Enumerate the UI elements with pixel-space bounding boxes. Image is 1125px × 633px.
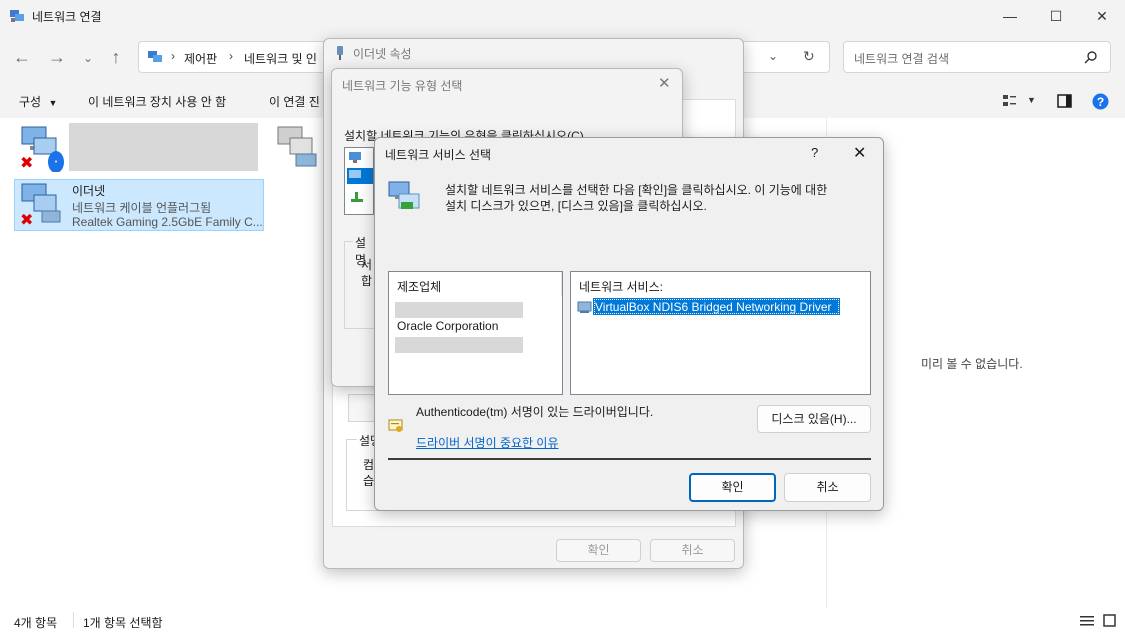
preview-message: 미리 볼 수 없습니다. — [921, 357, 1023, 371]
instruction-line-2: 설치 디스크가 있으면, [디스크 있음]을 클릭하십시오. — [445, 199, 707, 213]
driver-icon — [577, 301, 592, 313]
organize-label: 구성 — [19, 95, 42, 109]
redacted-item-label — [69, 123, 258, 171]
refresh-icon[interactable]: ↻ — [803, 48, 815, 65]
feature-type-list[interactable] — [344, 147, 374, 215]
details-view-icon[interactable] — [1080, 615, 1094, 627]
svg-text:✖: ✖ — [20, 153, 33, 172]
preview-pane-icon[interactable] — [1057, 94, 1072, 108]
client-icon — [349, 152, 361, 163]
maximize-button[interactable]: ☐ — [1033, 0, 1079, 32]
network-service-list[interactable]: 네트워크 서비스: VirtualBox NDIS6 Bridged Netwo… — [570, 271, 871, 395]
instruction-line-1: 설치할 네트워크 서비스를 선택한 다음 [확인]을 클릭하십시오. 이 기능에… — [445, 183, 828, 197]
status-bar: 4개 항목 1개 항목 선택함 — [0, 608, 1125, 633]
feature-type-title: 네트워크 기능 유형 선택 — [342, 79, 463, 93]
feature-type-close-icon[interactable]: ✕ — [658, 74, 671, 92]
service-select-dialog: 네트워크 서비스 선택 ? ✕ 설치할 네트워크 서비스를 선택한 다음 [확인… — [374, 137, 884, 511]
large-icons-view-icon[interactable] — [1103, 614, 1116, 627]
svg-text:᛫: ᛫ — [52, 156, 60, 171]
have-disk-button[interactable]: 디스크 있음(H)... — [757, 405, 871, 433]
ethernet-status: 네트워크 케이블 언플러그됨 — [72, 201, 212, 215]
service-list-header: 네트워크 서비스: — [579, 280, 663, 294]
network-service-icon — [388, 181, 420, 209]
manufacturer-list[interactable]: 제조업체 Oracle Corporation — [388, 271, 563, 395]
breadcrumb-control-panel[interactable]: 제어판 — [184, 50, 217, 67]
network-adapter-icon: ✖ ᛫ — [20, 126, 64, 172]
address-dropdown-icon[interactable]: ⌄ — [768, 49, 778, 63]
up-arrow-icon[interactable]: ↑ — [104, 47, 128, 68]
cancel-button[interactable]: 취소 — [784, 473, 871, 502]
breadcrumb-separator-icon: › — [229, 49, 233, 63]
ethernet-properties-title: 이더넷 속성 — [353, 47, 412, 61]
feature-description-fragment: 서 — [361, 258, 373, 272]
svg-text:✖: ✖ — [20, 210, 33, 229]
back-arrow-icon[interactable]: ← — [10, 47, 34, 68]
window-title: 네트워크 연결 — [32, 10, 102, 24]
properties-cancel-button[interactable]: 취소 — [650, 539, 735, 562]
feature-description-fragment: 합 — [361, 274, 373, 288]
network-adapter-icon[interactable] — [272, 124, 324, 172]
status-divider — [73, 612, 74, 628]
description-fragment: 습 — [363, 474, 375, 488]
separator-line — [388, 458, 871, 460]
certificate-icon — [388, 419, 403, 432]
help-icon[interactable]: ? — [1092, 93, 1109, 110]
item-count: 4개 항목 — [14, 616, 58, 630]
breadcrumb-separator-icon: › — [171, 49, 175, 63]
organize-menu[interactable]: 구성 ▼ — [19, 93, 57, 110]
service-list-item-selected[interactable]: VirtualBox NDIS6 Bridged Networking Driv… — [593, 298, 840, 315]
view-options-icon[interactable] — [1002, 94, 1018, 108]
forward-arrow-icon[interactable]: → — [45, 47, 69, 68]
ethernet-name: 이더넷 — [72, 184, 106, 198]
protocol-icon — [351, 192, 363, 202]
diagnose-connection-button[interactable]: 이 연결 진 — [269, 93, 320, 110]
manufacturer-header: 제조업체 — [397, 280, 442, 294]
service-list-item-label: VirtualBox NDIS6 Bridged Networking Driv… — [595, 300, 832, 314]
description-fragment: 컴 — [363, 458, 375, 472]
ethernet-plug-icon — [337, 46, 343, 60]
breadcrumb-network[interactable]: 네트워크 및 인 — [244, 50, 317, 67]
network-connections-icon — [10, 10, 24, 22]
search-input[interactable]: 네트워크 연결 검색 — [854, 50, 949, 67]
network-adapter-item[interactable]: ✖ ᛫ — [14, 122, 264, 174]
manufacturer-item-redacted[interactable] — [395, 302, 523, 318]
ethernet-adapter: Realtek Gaming 2.5GbE Family C... — [72, 215, 263, 229]
properties-ok-button[interactable]: 확인 — [556, 539, 641, 562]
list-scrollbar-edge — [561, 272, 562, 296]
service-dialog-title: 네트워크 서비스 선택 — [385, 148, 492, 162]
ethernet-adapter-icon: ✖ — [20, 183, 61, 229]
title-bar: 네트워크 연결 — ☐ ✕ — [0, 0, 1125, 32]
svg-text:?: ? — [1097, 95, 1104, 109]
chevron-down-icon: ▼ — [48, 98, 58, 108]
search-box[interactable]: 네트워크 연결 검색 — [843, 41, 1111, 73]
minimize-button[interactable]: — — [987, 0, 1033, 32]
selected-count: 1개 항목 선택함 — [83, 616, 163, 630]
help-question-button[interactable]: ? — [811, 145, 818, 160]
search-icon[interactable] — [1084, 51, 1097, 64]
signed-driver-text: Authenticode(tm) 서명이 있는 드라이버입니다. — [416, 405, 654, 419]
driver-signing-link[interactable]: 드라이버 서명이 중요한 이유 — [416, 434, 558, 451]
service-dialog-close-icon[interactable]: ✕ — [853, 143, 866, 163]
disable-device-button[interactable]: 이 네트워크 장치 사용 안 함 — [88, 93, 226, 110]
manufacturer-item-redacted[interactable] — [395, 337, 523, 353]
view-dropdown-icon[interactable]: ▼ — [1027, 95, 1036, 105]
control-panel-icon — [148, 51, 162, 62]
service-icon — [349, 170, 361, 178]
ethernet-item[interactable]: ✖ 이더넷 네트워크 케이블 언플러그됨 Realtek Gaming 2.5G… — [14, 179, 264, 231]
manufacturer-item[interactable]: Oracle Corporation — [397, 319, 498, 333]
close-button[interactable]: ✕ — [1079, 0, 1125, 32]
recent-chevron-icon[interactable]: ⌄ — [76, 51, 100, 65]
ok-button[interactable]: 확인 — [689, 473, 776, 502]
